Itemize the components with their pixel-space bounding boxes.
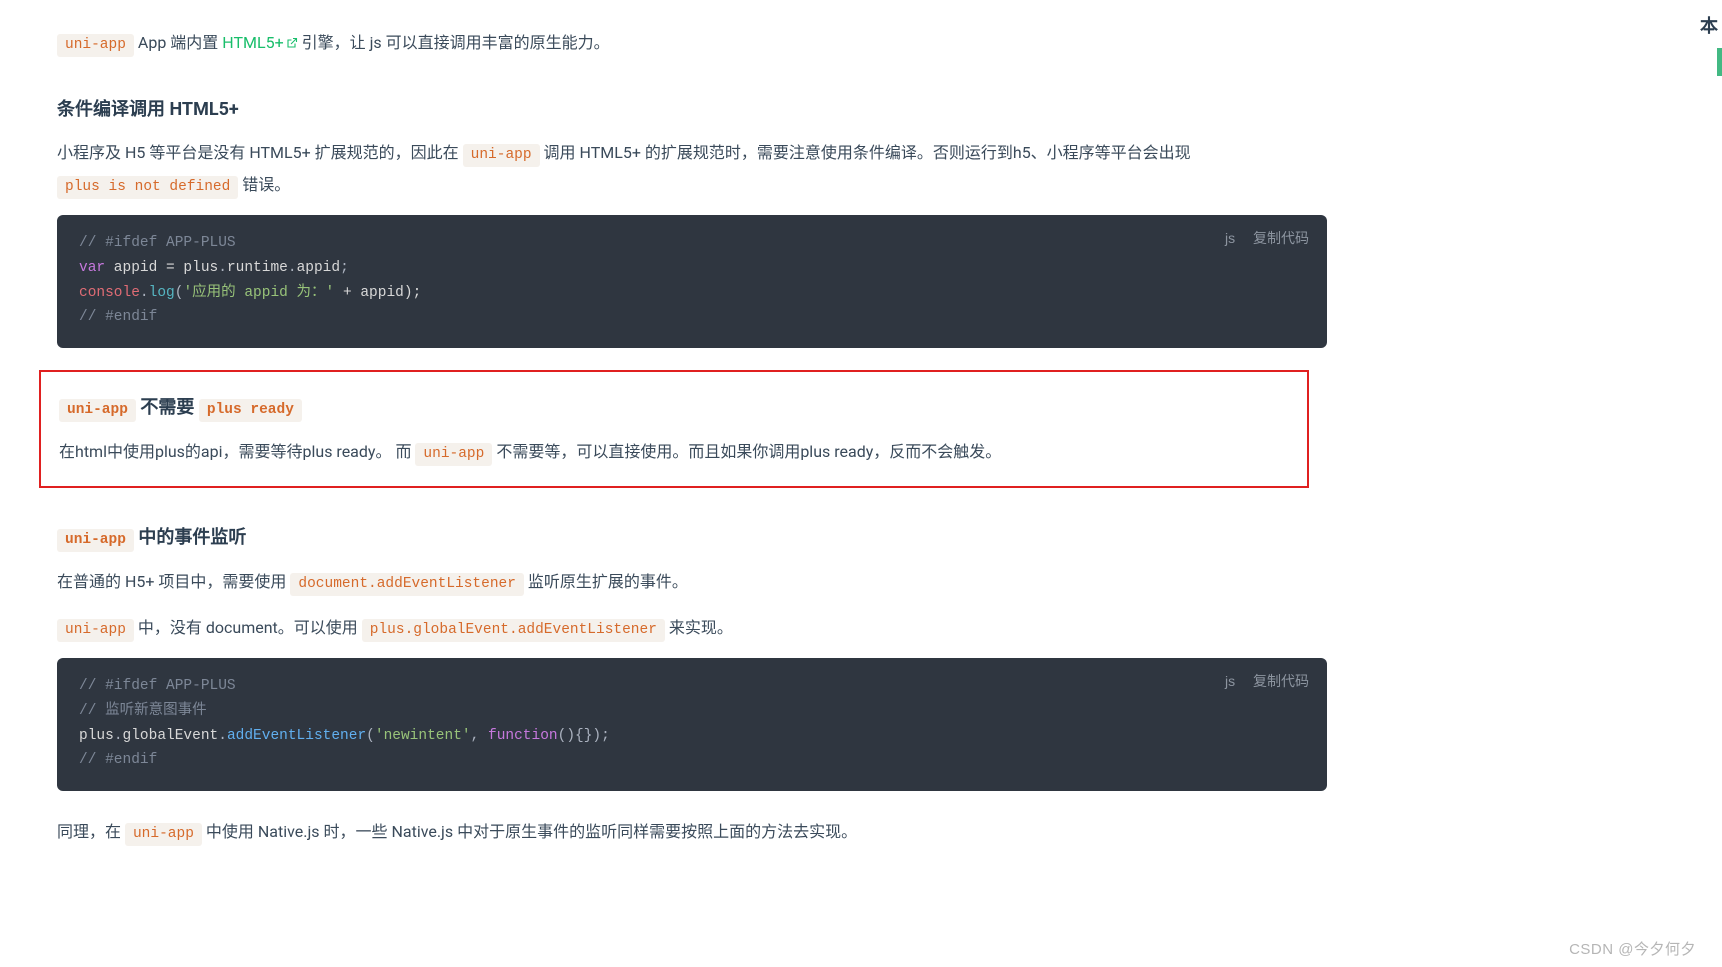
tok: appid [297, 260, 341, 276]
tok: . [140, 285, 149, 301]
tok: 'newintent' [375, 728, 471, 744]
watermark: CSDN @今夕何夕 [1569, 938, 1696, 959]
inline-code: uni-app [57, 34, 134, 57]
inline-code: uni-app [415, 443, 492, 466]
tok: console [79, 285, 140, 301]
paragraph: 小程序及 H5 等平台是没有 HTML5+ 扩展规范的，因此在 uni-app … [57, 138, 1327, 201]
code-block-1: js 复制代码 // #ifdef APP-PLUS var appid = p… [57, 215, 1327, 348]
heading-plus-ready: uni-app 不需要 plus ready [59, 394, 1289, 423]
text: 在普通的 H5+ 项目中，需要使用 [57, 572, 290, 591]
inline-code: plus is not defined [57, 176, 238, 199]
inline-code: uni-app [57, 619, 134, 642]
tok: ; [340, 260, 349, 276]
code-line: // #endif [79, 752, 157, 768]
inline-code: plus.globalEvent.addEventListener [362, 619, 665, 642]
tok: plus [79, 728, 114, 744]
code-lang-label: js [1225, 673, 1235, 689]
inline-code: uni-app [57, 529, 134, 552]
highlight-box: uni-app 不需要 plus ready 在html中使用plus的api，… [39, 370, 1309, 488]
text: 小程序及 H5 等平台是没有 HTML5+ 扩展规范的，因此在 [57, 143, 463, 162]
text: 中的事件监听 [134, 527, 246, 548]
text: 中，没有 document。可以使用 [134, 618, 362, 637]
text: 引擎，让 js 可以直接调用丰富的原生能力。 [298, 33, 610, 52]
text: 中使用 Native.js 时，一些 Native.js 中对于原生事件的监听同… [202, 822, 857, 841]
code-content: // #ifdef APP-PLUS // 监听新意图事件 plus.globa… [79, 674, 1305, 773]
tok: . [218, 728, 227, 744]
code-block-2: js 复制代码 // #ifdef APP-PLUS // 监听新意图事件 pl… [57, 658, 1327, 791]
tok: . [114, 728, 123, 744]
text: 同理，在 [57, 822, 125, 841]
paragraph: 同理，在 uni-app 中使用 Native.js 时，一些 Native.j… [57, 817, 1327, 849]
tok: log [149, 285, 175, 301]
tok: var [79, 260, 105, 276]
inline-code: uni-app [59, 399, 136, 422]
tok: . [218, 260, 227, 276]
copy-code-button[interactable]: 复制代码 [1253, 673, 1309, 689]
tok: , [471, 728, 488, 744]
tok: + appid); [334, 285, 421, 301]
page-edge-char: 本 [1700, 12, 1718, 38]
article-body: uni-app App 端内置 HTML5+ 引擎，让 js 可以直接调用丰富的… [57, 0, 1327, 848]
tok: (){}); [558, 728, 610, 744]
external-link-icon [286, 29, 298, 41]
text: 不需要等，可以直接使用。而且如果你调用plus ready，反而不会触发。 [492, 442, 1001, 461]
text: 不需要 [136, 397, 199, 418]
tok: '应用的 appid 为：' [183, 285, 334, 301]
tok: globalEvent [123, 728, 219, 744]
code-line: // #endif [79, 309, 157, 325]
text: 在html中使用plus的api，需要等待plus ready。 而 [59, 442, 415, 461]
html5plus-link[interactable]: HTML5+ [222, 33, 297, 52]
intro-paragraph: uni-app App 端内置 HTML5+ 引擎，让 js 可以直接调用丰富的… [57, 28, 1327, 60]
text: 来实现。 [665, 618, 733, 637]
code-content: // #ifdef APP-PLUS var appid = plus.runt… [79, 231, 1305, 330]
tok: addEventListener [227, 728, 366, 744]
paragraph: uni-app 中，没有 document。可以使用 plus.globalEv… [57, 613, 1327, 645]
code-lang-label: js [1225, 230, 1235, 246]
tok: appid = plus [105, 260, 218, 276]
heading-event-listener: uni-app 中的事件监听 [57, 524, 1327, 553]
code-line: // 监听新意图事件 [79, 703, 207, 719]
code-line: // #ifdef APP-PLUS [79, 235, 236, 251]
inline-code: document.addEventListener [290, 573, 524, 596]
inline-code: plus ready [199, 399, 302, 422]
paragraph: 在html中使用plus的api，需要等待plus ready。 而 uni-a… [59, 437, 1289, 469]
copy-code-button[interactable]: 复制代码 [1253, 230, 1309, 246]
tok: function [488, 728, 558, 744]
tok: . [288, 260, 297, 276]
code-line: // #ifdef APP-PLUS [79, 678, 236, 694]
text: 监听原生扩展的事件。 [524, 572, 688, 591]
tok: ( [366, 728, 375, 744]
inline-code: uni-app [125, 823, 202, 846]
paragraph: 在普通的 H5+ 项目中，需要使用 document.addEventListe… [57, 567, 1327, 599]
text: App 端内置 [134, 33, 222, 52]
text: 调用 HTML5+ 的扩展规范时，需要注意使用条件编译。否则运行到h5、小程序等… [540, 143, 1191, 162]
text: 错误。 [238, 175, 290, 194]
link-text: HTML5+ [222, 33, 283, 52]
heading-conditional-compile: 条件编译调用 HTML5+ [57, 96, 1327, 125]
page-edge-accent [1717, 48, 1722, 76]
tok: runtime [227, 260, 288, 276]
inline-code: uni-app [463, 144, 540, 167]
